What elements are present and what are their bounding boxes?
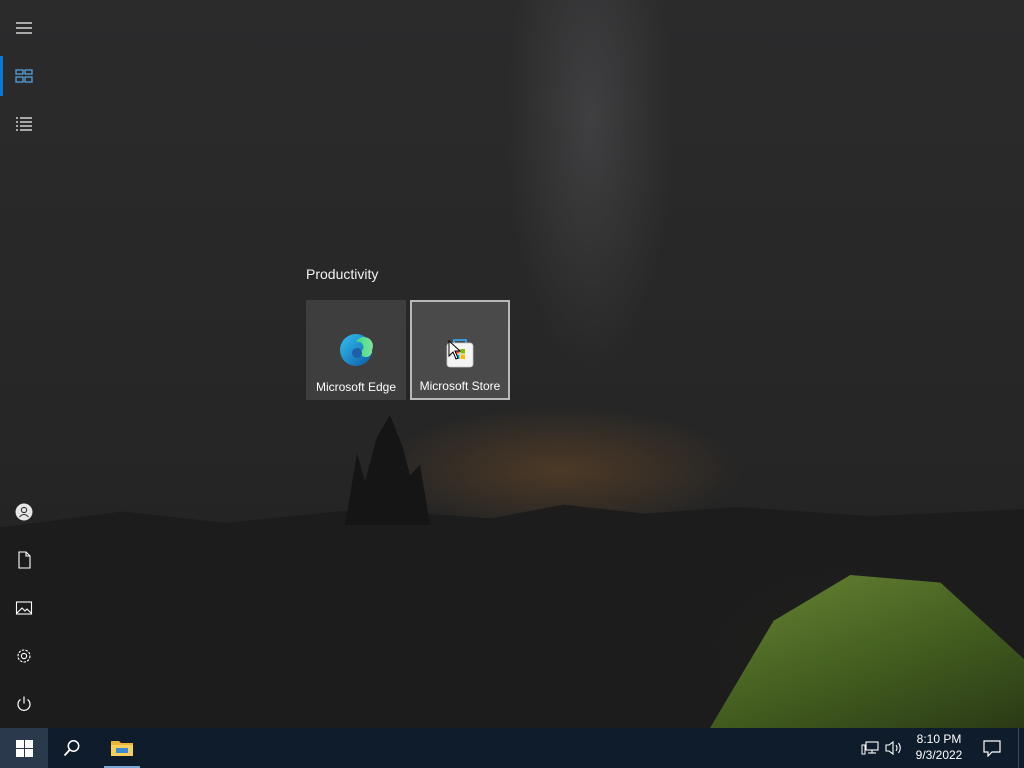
file-explorer-taskbar-button[interactable] — [98, 728, 146, 768]
hamburger-menu-button[interactable] — [0, 4, 48, 52]
gear-icon — [17, 649, 31, 663]
network-icon — [861, 741, 879, 755]
folder-icon — [111, 741, 133, 756]
user-icon — [15, 503, 33, 521]
pictures-icon — [15, 601, 33, 615]
pinned-tiles-button[interactable] — [0, 52, 48, 100]
network-tray-button[interactable] — [858, 728, 882, 768]
microsoft-store-label: Microsoft Store — [419, 379, 501, 393]
documents-button[interactable] — [0, 536, 48, 584]
notification-icon — [983, 740, 1001, 757]
taskbar: 8:10 PM 9/3/2022 — [0, 728, 1024, 768]
all-apps-button[interactable] — [0, 100, 48, 148]
microsoft-edge-label: Microsoft Edge — [315, 380, 397, 394]
power-icon — [17, 696, 31, 711]
document-icon — [18, 551, 31, 569]
clock-date: 9/3/2022 — [915, 748, 963, 762]
user-account-button[interactable] — [0, 488, 48, 536]
action-center-button[interactable] — [976, 728, 1008, 768]
search-icon — [63, 740, 80, 757]
start-button[interactable] — [0, 728, 48, 768]
search-button[interactable] — [48, 728, 96, 768]
start-menu-rail — [0, 0, 48, 728]
clock-time: 8:10 PM — [916, 732, 962, 746]
tile-group-title[interactable]: Productivity — [306, 266, 378, 282]
show-desktop-button[interactable] — [1018, 728, 1024, 768]
edge-icon — [340, 334, 373, 366]
list-icon — [16, 117, 32, 131]
hamburger-icon — [16, 22, 32, 34]
settings-button[interactable] — [0, 632, 48, 680]
windows-logo-icon — [15, 739, 33, 757]
microsoft-edge-tile[interactable]: Microsoft Edge — [306, 300, 406, 400]
volume-tray-button[interactable] — [882, 728, 906, 768]
tiles-icon — [15, 69, 33, 83]
volume-icon — [885, 740, 901, 756]
mouse-cursor-icon — [448, 340, 462, 360]
power-button[interactable] — [0, 680, 48, 728]
pictures-button[interactable] — [0, 584, 48, 632]
microsoft-store-tile[interactable]: Microsoft Store — [410, 300, 510, 400]
taskbar-clock[interactable]: 8:10 PM 9/3/2022 — [910, 731, 968, 765]
